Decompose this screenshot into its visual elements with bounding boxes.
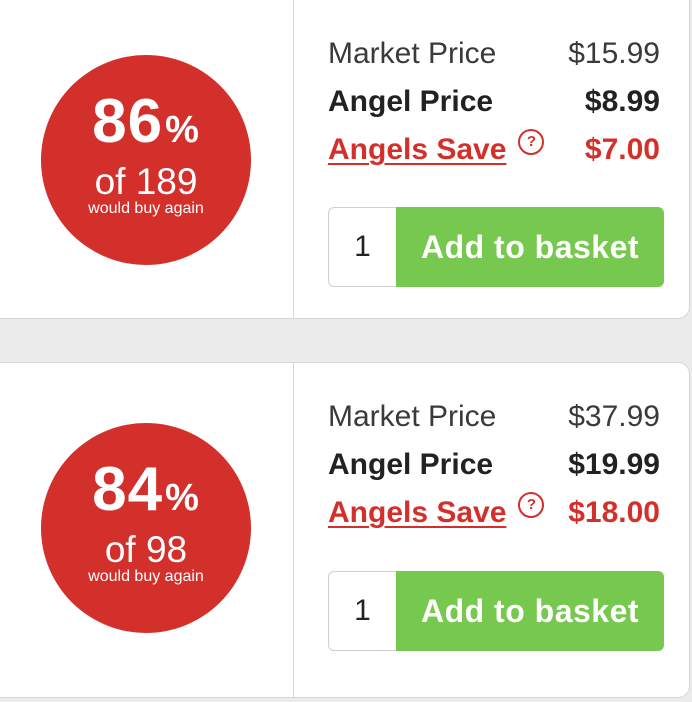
angels-save-label-group: Angels Save ? — [328, 492, 545, 528]
rating-percent: 86% — [41, 91, 251, 153]
card-divider — [293, 0, 294, 318]
market-price-row: Market Price $15.99 — [328, 39, 660, 69]
product-card: 86% of 189 would buy again Market Price … — [0, 0, 690, 319]
angels-save-value: $7.00 — [584, 133, 660, 166]
percent-sign: % — [165, 477, 200, 519]
rating-badge: 86% of 189 would buy again — [41, 55, 251, 265]
market-price-value: $37.99 — [568, 400, 660, 433]
angels-save-link[interactable]: Angels Save — [328, 498, 506, 528]
angels-save-link[interactable]: Angels Save — [328, 135, 506, 165]
angel-price-row: Angel Price $8.99 — [328, 87, 660, 117]
market-price-row: Market Price $37.99 — [328, 402, 660, 432]
card-divider — [293, 363, 294, 697]
percent-sign: % — [165, 109, 200, 151]
market-price-label: Market Price — [328, 37, 497, 70]
angel-price-row: Angel Price $19.99 — [328, 450, 660, 480]
market-price-label: Market Price — [328, 400, 497, 433]
angels-save-label-group: Angels Save ? — [328, 129, 545, 165]
angel-price-label: Angel Price — [328, 85, 494, 118]
quantity-input[interactable]: 1 — [328, 207, 396, 287]
rating-percent-value: 86 — [92, 87, 164, 156]
angels-save-value: $18.00 — [568, 496, 660, 529]
add-to-basket-button[interactable]: Add to basket — [396, 207, 664, 287]
add-to-basket-button[interactable]: Add to basket — [396, 571, 664, 651]
rating-percent: 84% — [41, 459, 251, 521]
angel-price-value: $8.99 — [584, 85, 660, 118]
question-circle-icon[interactable]: ? — [518, 492, 545, 518]
rating-count: of 98 — [104, 529, 188, 570]
angels-save-row: Angels Save ? $7.00 — [328, 129, 660, 166]
rating-percent-value: 84 — [92, 455, 164, 524]
product-card: 84% of 98 would buy again Market Price $… — [0, 362, 690, 698]
angels-save-row: Angels Save ? $18.00 — [328, 492, 660, 529]
rating-count: of 189 — [94, 161, 198, 202]
add-to-basket-group: 1 Add to basket — [328, 207, 664, 287]
rating-badge: 84% of 98 would buy again — [41, 423, 251, 633]
add-to-basket-group: 1 Add to basket — [328, 571, 664, 651]
angel-price-label: Angel Price — [328, 448, 494, 481]
angel-price-value: $19.99 — [568, 448, 660, 481]
quantity-input[interactable]: 1 — [328, 571, 396, 651]
question-circle-icon[interactable]: ? — [518, 129, 545, 155]
market-price-value: $15.99 — [568, 37, 660, 70]
rating-subtitle: would buy again — [88, 200, 204, 217]
rating-subtitle: would buy again — [88, 568, 204, 585]
